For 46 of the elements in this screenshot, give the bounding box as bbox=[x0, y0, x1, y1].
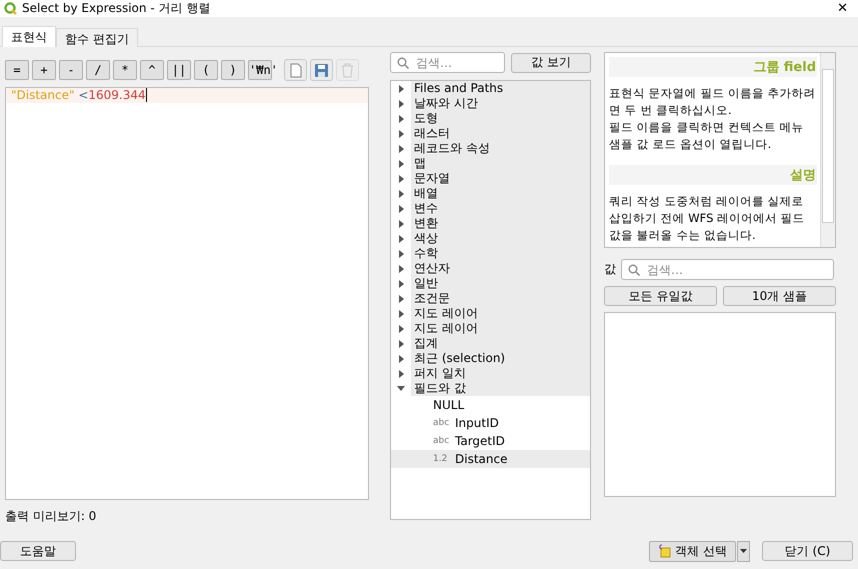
search-icon bbox=[628, 264, 640, 276]
select-features-button[interactable]: 객체 선택 bbox=[649, 540, 736, 562]
tab[interactable]: 표현식 bbox=[2, 26, 56, 47]
values-search-field[interactable]: 검색… bbox=[621, 259, 834, 280]
operator-button[interactable]: ^ bbox=[140, 60, 164, 80]
save-icon bbox=[314, 62, 329, 78]
scrollbar[interactable] bbox=[820, 53, 835, 247]
show-values-button[interactable]: 값 보기 bbox=[511, 52, 591, 72]
help-heading: 그룹 field bbox=[609, 57, 817, 77]
operator-button[interactable]: * bbox=[113, 60, 137, 80]
help-text: 표현식 문자열에 필드 이름을 추가하려면 두 번 클릭하십시오. bbox=[609, 85, 817, 119]
close-button[interactable]: ✕ bbox=[837, 1, 858, 16]
values-button[interactable]: 모든 유일값 bbox=[604, 286, 717, 306]
operator-button[interactable]: ) bbox=[221, 60, 245, 80]
collapse-arrow-icon bbox=[397, 386, 405, 391]
operator-button[interactable]: || bbox=[167, 60, 191, 80]
values-button[interactable]: 10개 샘플 bbox=[723, 286, 836, 306]
app-logo-icon bbox=[4, 2, 17, 15]
tool-button[interactable] bbox=[310, 59, 333, 81]
output-preview: 출력 미리보기: 0 bbox=[5, 508, 98, 525]
operator-button[interactable]: / bbox=[86, 60, 110, 80]
help-text: 쿼리 작성 도중처럼 레이어를 실제로 삽입하기 전에 WFS 레이어에서 필드 값을 불러올 수는 없습니다. bbox=[609, 193, 806, 244]
tree-item[interactable]: 1.2 Distance bbox=[391, 450, 590, 468]
help-heading: 설명 bbox=[609, 165, 817, 185]
select-icon bbox=[658, 544, 672, 558]
operator-button[interactable]: ( bbox=[194, 60, 218, 80]
code-token: 1609.344 bbox=[88, 88, 146, 103]
operator-button[interactable]: + bbox=[32, 60, 56, 80]
caret-icon bbox=[740, 549, 747, 553]
code-token: "Distance" bbox=[11, 88, 75, 103]
dropdown-button[interactable] bbox=[737, 540, 750, 562]
window-title: Select by Expression - 거리 행렬 bbox=[22, 0, 212, 17]
operator-button[interactable]: = bbox=[5, 60, 29, 80]
help-button[interactable]: 도움말 bbox=[0, 541, 76, 561]
expression-editor[interactable]: "Distance" <1609.344 bbox=[5, 87, 369, 500]
close-dialog-button[interactable]: 닫기 (C) bbox=[762, 541, 853, 561]
new-file-icon bbox=[290, 62, 302, 78]
search-field[interactable]: 검색… bbox=[390, 52, 505, 73]
help-text: 필드 이름을 클릭하면 컨텍스트 메뉴 샘플 값 로드 옵션이 열립니다. bbox=[609, 119, 805, 153]
tool-button[interactable] bbox=[284, 59, 307, 81]
values-label: 값 bbox=[604, 261, 616, 278]
search-icon bbox=[397, 57, 409, 69]
operator-button[interactable]: - bbox=[59, 60, 83, 80]
trash-icon bbox=[341, 62, 354, 78]
tab[interactable]: 함수 편집기 bbox=[56, 28, 138, 47]
code-token: < bbox=[77, 88, 88, 103]
